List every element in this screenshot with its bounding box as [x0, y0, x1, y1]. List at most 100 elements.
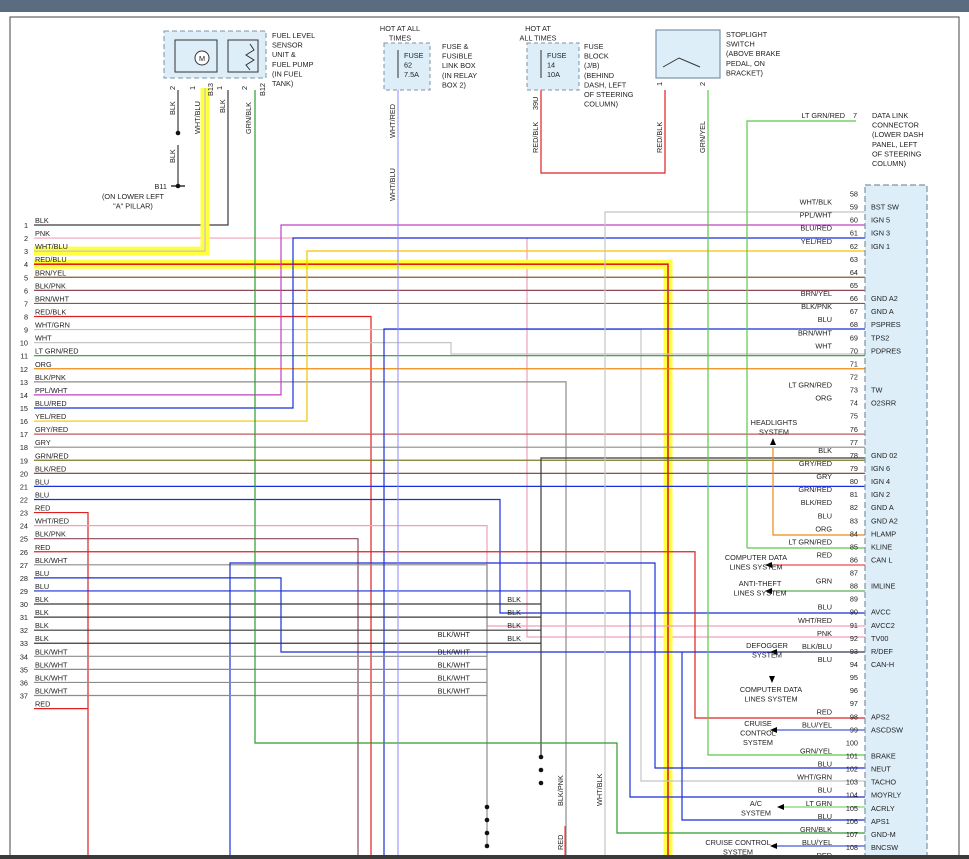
ac-system-label: SYSTEM [741, 809, 771, 818]
right-pin-number: 74 [850, 399, 858, 408]
right-pin-wire-label: BLU [818, 315, 832, 324]
right-pin-number: 77 [850, 438, 858, 447]
left-pin-number: 18 [20, 443, 28, 452]
right-pin-function: AVCC2 [871, 621, 895, 630]
right-pin-wire-label: ORG [815, 524, 832, 533]
right-pin-number: 76 [850, 425, 858, 434]
right-pin-function: ACRLY [871, 804, 895, 813]
right-pin-wire-label: BLU [818, 603, 832, 612]
fuse62-label: FUSE & [442, 42, 468, 51]
left-pin-number: 12 [20, 365, 28, 374]
right-pin-number: 61 [850, 229, 858, 238]
vertical-label-wht-blk: WHT/BLK [595, 773, 604, 806]
connector-b12: B12 [258, 83, 267, 96]
right-pin-function: CAN L [871, 555, 893, 564]
wire-blu-68 [383, 328, 865, 859]
left-pin-wire-label: BLK/WHT [35, 687, 68, 696]
left-pin-wire-label: BLK/WHT [35, 556, 68, 565]
fuse62-label: (IN RELAY [442, 71, 477, 80]
left-pin-number: 22 [20, 495, 28, 504]
right-pin-wire-label: RED [817, 550, 832, 559]
right-pin-number: 65 [850, 281, 858, 290]
blk-splice-dot [538, 767, 544, 773]
right-pin-wire-label: BLK/BLU [802, 642, 832, 651]
left-pin-wire-label: BLK [35, 634, 49, 643]
right-pin-function: GND 02 [871, 451, 897, 460]
fuse14-label: (J/B) [584, 61, 599, 70]
fuse14-fuse-text: FUSE [547, 51, 567, 60]
right-pin-number: 79 [850, 464, 858, 473]
wire-blk-pnk-25 [34, 538, 359, 859]
blk-wht-splice-dot [484, 817, 490, 823]
right-pin-number: 60 [850, 216, 858, 225]
right-pin-number: 106 [846, 817, 858, 826]
computer-data-system-label-2: LINES SYSTEM [744, 695, 797, 704]
label-layer: FUEL LEVELSENSORUNIT &FUEL PUMP(IN FUELT… [20, 24, 924, 859]
right-pin-function: AVCC [871, 608, 891, 617]
right-pin-function: BRAKE [871, 752, 896, 761]
splice-label-blk: BLK [507, 634, 521, 643]
right-pin-function: MOYRLY [871, 791, 901, 800]
wire-label-wht-red: WHT/RED [388, 104, 397, 138]
right-pin-number: 70 [850, 346, 858, 355]
headlights-system-label: SYSTEM [759, 428, 789, 437]
splice-label-blk: BLK [507, 621, 521, 630]
right-pin-number: 98 [850, 712, 858, 721]
left-pin-wire-label: BLK/PNK [35, 530, 66, 539]
left-pin-wire-label: BLK/RED [35, 464, 66, 473]
fuel-sensor-label: FUEL LEVEL [272, 31, 315, 40]
wire-blk-pnk-13 [34, 381, 567, 859]
wire-wht-70 [34, 342, 865, 355]
left-pin-number: 34 [20, 652, 28, 661]
right-pin-wire-label: GRN/BLK [800, 825, 832, 834]
right-pin-wire-label: BLU [818, 760, 832, 769]
right-pin-function: IGN 6 [871, 464, 890, 473]
fuse62-hot-label: TIMES [389, 34, 411, 43]
right-pin-number: 67 [850, 307, 858, 316]
stoplight-switch-box [655, 29, 721, 79]
splice-label-blk: BLK [507, 608, 521, 617]
dlc-label: (LOWER DASH [872, 130, 924, 139]
fuse14-hot-label: HOT AT [525, 24, 551, 33]
left-pin-number: 3 [24, 247, 28, 256]
right-pin-number: 81 [850, 490, 858, 499]
right-pin-number: 64 [850, 268, 858, 277]
left-pin-wire-label: BLK/WHT [35, 660, 68, 669]
right-pin-wire-label: PNK [817, 629, 832, 638]
fuse62-label: LINK BOX [442, 61, 476, 70]
left-pin-number: 29 [20, 587, 28, 596]
right-pin-wire-label: GRN/YEL [800, 747, 832, 756]
left-pin-wire-label: GRY/RED [35, 425, 68, 434]
left-pin-number: 9 [24, 326, 28, 335]
wire-label-wht-blu-2: WHT/BLU [388, 168, 397, 201]
left-pin-wire-label: RED/BLU [35, 255, 67, 264]
ground-point [175, 183, 181, 189]
motor-symbol: M [199, 54, 205, 63]
left-pin-wire-label: BLK/PNK [35, 281, 66, 290]
right-pin-number: 83 [850, 516, 858, 525]
cruise-control-system-label: SYSTEM [743, 738, 773, 747]
right-pin-wire-label: BLK/RED [801, 498, 832, 507]
splice-label-blk-wht: BLK/WHT [438, 647, 471, 656]
right-pin-wire-label: PPL/WHT [800, 211, 833, 220]
left-pin-number: 6 [24, 286, 28, 295]
stoplight-label: BRACKET) [726, 68, 763, 77]
left-pin-number: 25 [20, 535, 28, 544]
fuel-sensor-label: UNIT & [272, 50, 296, 59]
anti-theft-system-label: LINES SYSTEM [733, 589, 786, 598]
left-pin-wire-label: BLK [35, 595, 49, 604]
fuse62-label: FUSIBLE [442, 52, 473, 61]
left-pin-wire-label: WHT/GRN [35, 321, 70, 330]
left-pin-wire-label: GRY [35, 438, 51, 447]
left-pin-number: 33 [20, 639, 28, 648]
wire-wht-red-91 [34, 525, 865, 627]
right-pin-wire-label: WHT/GRN [797, 773, 832, 782]
left-pin-wire-label: WHT/RED [35, 517, 69, 526]
left-pin-wire-label: BLK/PNK [35, 373, 66, 382]
stoplight-label: STOPLIGHT [726, 30, 768, 39]
blk-splice-dot [538, 780, 544, 786]
defogger-system-label: DEFOGGER [746, 641, 788, 650]
left-pin-wire-label: RED [35, 504, 50, 513]
right-pin-function: ASCDSW [871, 725, 903, 734]
splice-label-blk: BLK [507, 595, 521, 604]
